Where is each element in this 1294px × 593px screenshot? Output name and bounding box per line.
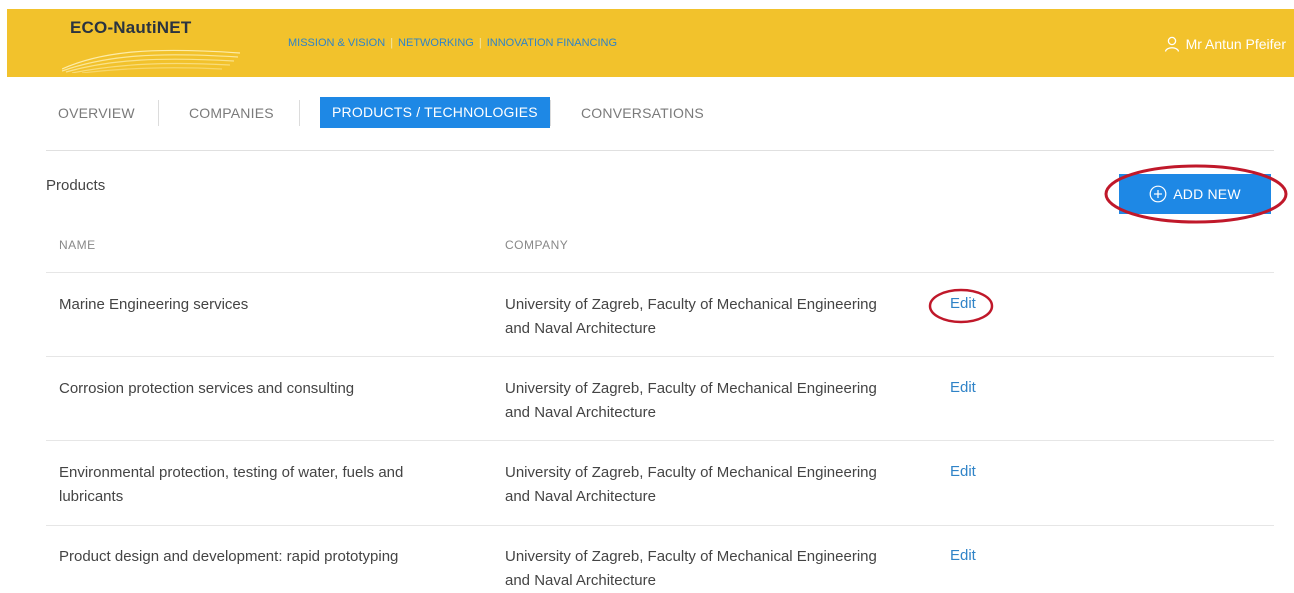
company-line: University of Zagreb, Faculty of Mechani… (505, 380, 877, 397)
company-line: University of Zagreb, Faculty of Mechani… (505, 548, 877, 565)
row-divider (46, 272, 1274, 273)
row-divider (46, 440, 1274, 441)
product-name: Marine Engineering services (59, 293, 479, 317)
user-menu[interactable]: Mr Antun Pfeifer (1164, 36, 1286, 52)
tab-conversations[interactable]: CONVERSATIONS (581, 96, 704, 130)
tab-divider (550, 100, 551, 126)
product-name-line: Product design and development: rapid pr… (59, 548, 399, 565)
top-nav: MISSION & VISION | NETWORKING | INNOVATION F… (288, 37, 617, 49)
nav-networking[interactable]: NETWORKING (398, 37, 474, 49)
tab-divider (158, 100, 159, 126)
tab-companies[interactable]: COMPANIES (189, 96, 274, 130)
user-icon (1164, 36, 1179, 52)
top-header: ECO-NautiNET MISSION & VISION | NETWORKING… (7, 9, 1294, 77)
company-line: and Naval Architecture (505, 320, 656, 337)
annotation-circle (928, 288, 994, 324)
product-name-line: lubricants (59, 488, 124, 505)
annotation-circle (1104, 164, 1288, 224)
product-name-line: Corrosion protection services and consul… (59, 380, 355, 397)
edit-link[interactable]: Edit (950, 379, 976, 396)
company-line: University of Zagreb, Faculty of Mechani… (505, 296, 877, 313)
company-line: University of Zagreb, Faculty of Mechani… (505, 464, 877, 481)
product-company: University of Zagreb, Faculty of Mechani… (505, 461, 925, 509)
tab-overview[interactable]: OVERVIEW (58, 96, 135, 130)
product-name: Product design and development: rapid pr… (59, 545, 479, 569)
product-name: Environmental protection, testing of wat… (59, 461, 479, 509)
row-divider (46, 525, 1274, 526)
logo-text: ECO-NautiNET (70, 18, 192, 37)
nav-separator: | (390, 37, 394, 49)
product-name-line: Marine Engineering services (59, 296, 249, 313)
user-name: Mr Antun Pfeifer (1185, 36, 1286, 52)
tabs-divider (46, 150, 1274, 151)
company-line: and Naval Architecture (505, 572, 656, 589)
tab-products-technologies[interactable]: PRODUCTS / TECHNOLOGIES (320, 97, 550, 128)
product-company: University of Zagreb, Faculty of Mechani… (505, 545, 925, 593)
company-line: and Naval Architecture (505, 488, 656, 505)
site-logo[interactable]: ECO-NautiNET (62, 9, 252, 77)
product-company: University of Zagreb, Faculty of Mechani… (505, 293, 925, 341)
edit-link[interactable]: Edit (950, 463, 976, 480)
edit-link[interactable]: Edit (950, 547, 976, 564)
column-header-name: NAME (59, 238, 96, 252)
row-divider (46, 356, 1274, 357)
product-name-line: Environmental protection, testing of wat… (59, 464, 404, 481)
tab-bar: OVERVIEW COMPANIES PRODUCTS / TECHNOLOGI… (46, 96, 1276, 130)
product-company: University of Zagreb, Faculty of Mechani… (505, 377, 925, 425)
nav-mission-vision[interactable]: MISSION & VISION (288, 37, 385, 49)
logo-waves-icon (62, 49, 241, 73)
nav-innovation-financing[interactable]: INNOVATION FINANCING (487, 37, 617, 49)
product-name: Corrosion protection services and consul… (59, 377, 479, 401)
column-header-company: COMPANY (505, 238, 569, 252)
section-title: Products (46, 177, 106, 194)
tab-divider (299, 100, 300, 126)
nav-separator: | (478, 37, 482, 49)
company-line: and Naval Architecture (505, 404, 656, 421)
